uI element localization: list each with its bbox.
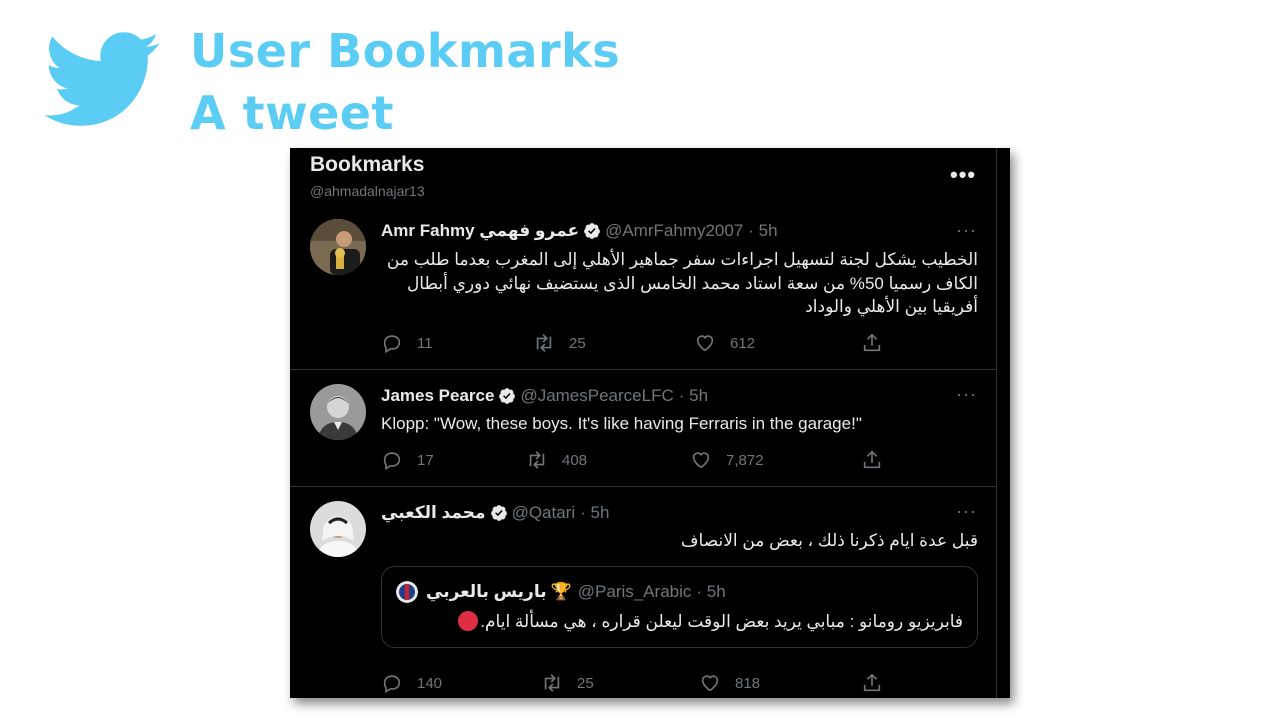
- bookmarks-screenshot: Bookmarks @ahmadalnajar13 ••• Amr Fahmy …: [290, 148, 1010, 698]
- quoted-tweet-text: فابريزيو رومانو : مبابي يريد بعض الوقت ل…: [480, 612, 963, 631]
- tweet-text: الخطيب يشكل لجنة لتسهيل اجراءات سفر جماه…: [386, 250, 978, 316]
- slide-title: User Bookmarks A tweet: [190, 20, 620, 144]
- quoted-tweet-time[interactable]: · 5h: [696, 582, 725, 602]
- like-button[interactable]: 7,872: [690, 449, 764, 471]
- account-handle: @ahmadalnajar13: [310, 183, 425, 199]
- trophy-icon: 🏆: [550, 582, 572, 601]
- share-icon: [863, 673, 881, 692]
- more-icon[interactable]: ···: [956, 220, 977, 241]
- avatar[interactable]: [310, 219, 366, 275]
- heart-icon: [696, 335, 714, 352]
- retweet-icon: [544, 674, 560, 692]
- share-button[interactable]: [861, 672, 897, 694]
- page-title: Bookmarks: [310, 153, 425, 176]
- verified-badge-icon: [584, 223, 600, 239]
- quoted-author-name[interactable]: باريس بالعربي: [426, 582, 547, 602]
- reply-count: 17: [417, 451, 434, 469]
- quoted-tweet[interactable]: باريس بالعربي 🏆 @Paris_Arabic · 5h فابري…: [381, 566, 978, 648]
- retweet-count: 25: [577, 674, 594, 692]
- like-button[interactable]: 818: [699, 672, 760, 694]
- tweet-time[interactable]: · 5h: [748, 221, 777, 241]
- slide-title-line-1: User Bookmarks: [190, 24, 621, 78]
- like-count: 818: [735, 674, 761, 692]
- verified-badge-icon: [499, 388, 516, 404]
- more-icon[interactable]: ···: [956, 384, 977, 405]
- twitter-bird-icon: [44, 32, 160, 126]
- avatar[interactable]: [310, 501, 366, 557]
- retweet-count: 25: [569, 334, 586, 352]
- retweet-button[interactable]: 25: [541, 672, 594, 694]
- retweet-button[interactable]: 408: [526, 449, 587, 471]
- avatar[interactable]: [310, 384, 366, 440]
- reply-icon: [383, 452, 401, 471]
- retweet-icon: [536, 334, 552, 352]
- like-count: 7,872: [726, 451, 764, 469]
- reply-icon: [383, 335, 401, 354]
- retweet-button[interactable]: 25: [533, 332, 586, 354]
- reply-count: 140: [417, 674, 443, 692]
- scrollbar[interactable]: [997, 148, 1010, 698]
- tweet[interactable]: James Pearce @JamesPearceLFC · 5h ··· Kl…: [290, 370, 997, 487]
- verified-badge-icon: [490, 505, 507, 521]
- red-circle-icon: [458, 611, 479, 631]
- retweet-count: 408: [562, 451, 588, 469]
- share-button[interactable]: [861, 332, 897, 354]
- tweet-text: Klopp: "Wow, these boys. It's like havin…: [381, 414, 862, 433]
- share-button[interactable]: [861, 449, 897, 471]
- quoted-author-handle[interactable]: @Paris_Arabic: [578, 582, 692, 602]
- share-icon: [863, 333, 881, 352]
- heart-icon: [692, 452, 710, 469]
- reply-button[interactable]: 11: [381, 332, 433, 354]
- tweet-time[interactable]: · 5h: [679, 386, 708, 406]
- quoted-avatar[interactable]: [396, 581, 418, 603]
- author-name[interactable]: James Pearce: [381, 386, 494, 406]
- more-icon[interactable]: ···: [956, 501, 977, 522]
- reply-button[interactable]: 17: [381, 449, 434, 471]
- share-icon: [863, 450, 881, 469]
- author-name[interactable]: Amr Fahmy عمرو فهمي: [381, 221, 579, 241]
- slide-title-line-2: A tweet: [190, 86, 394, 140]
- reply-icon: [383, 675, 401, 694]
- reply-button[interactable]: 140: [381, 672, 442, 694]
- like-button[interactable]: 612: [694, 332, 755, 354]
- timeline-column: Bookmarks @ahmadalnajar13 ••• Amr Fahmy …: [290, 148, 997, 698]
- author-handle[interactable]: @JamesPearceLFC: [520, 386, 673, 406]
- author-handle[interactable]: @Qatari: [512, 503, 576, 523]
- more-icon[interactable]: •••: [950, 162, 976, 188]
- author-name[interactable]: محمد الكعبي: [381, 503, 486, 523]
- author-handle[interactable]: @AmrFahmy2007: [605, 221, 743, 241]
- reply-count: 11: [417, 334, 433, 352]
- tweet[interactable]: Amr Fahmy عمرو فهمي @AmrFahmy2007 · 5h ·…: [290, 210, 997, 370]
- tweet-time[interactable]: · 5h: [580, 503, 609, 523]
- retweet-icon: [529, 451, 545, 469]
- heart-icon: [701, 675, 719, 692]
- like-count: 612: [730, 334, 756, 352]
- tweet-text: قبل عدة ايام ذكرنا ذلك ، بعض من الانصاف: [680, 531, 978, 550]
